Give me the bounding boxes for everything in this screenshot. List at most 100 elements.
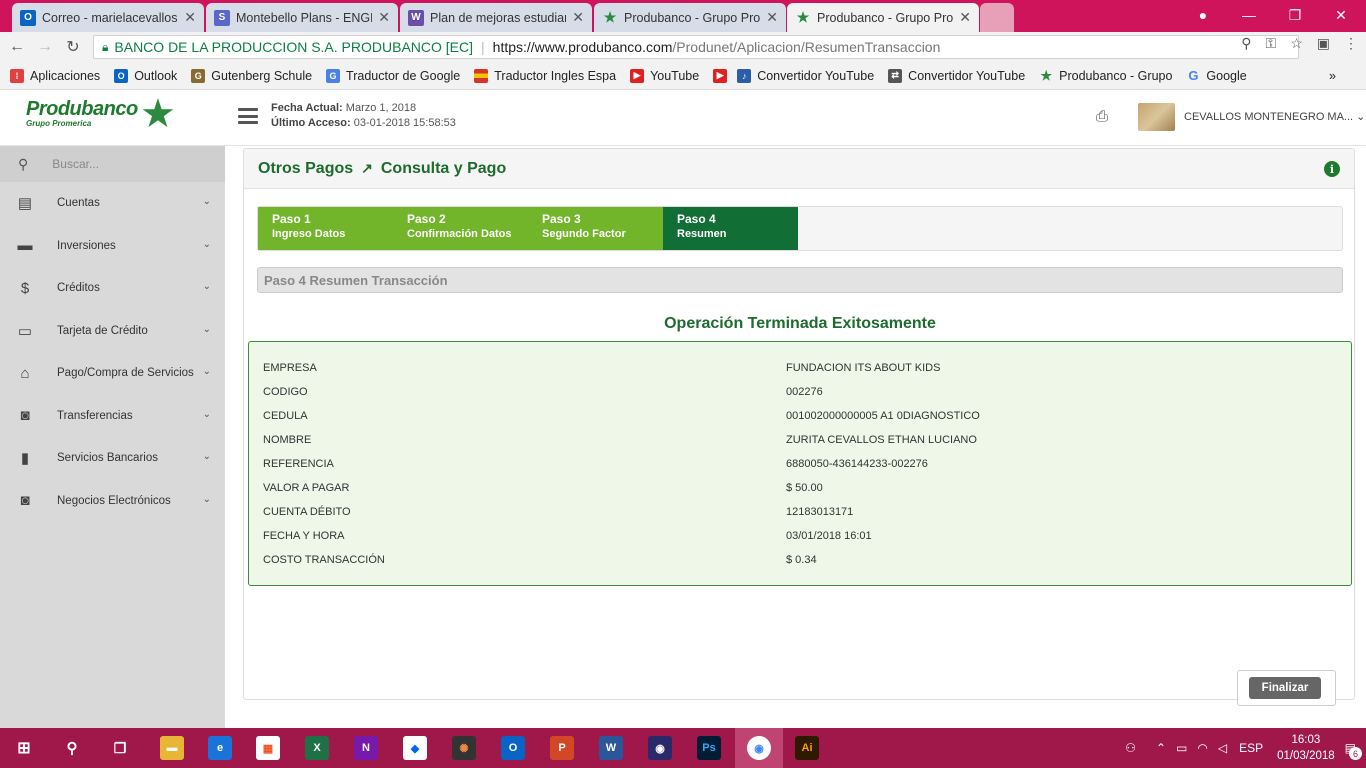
menu-dots-icon[interactable]: ⋮	[1344, 35, 1358, 52]
search-icon[interactable]: ⚲	[60, 736, 84, 760]
sidebar-item-inversiones[interactable]: ▬ Inversiones ⌄	[0, 225, 225, 268]
dropbox-icon[interactable]: ◆	[403, 736, 427, 760]
store-icon[interactable]: ▦	[256, 736, 280, 760]
zoom-icon[interactable]: ⚲	[1241, 35, 1251, 52]
session-dates: Fecha Actual: Marzo 1, 2018 Último Acces…	[271, 101, 456, 131]
sidebar-item-servicios-bancarios[interactable]: ▮ Servicios Bancarios ⌄	[0, 437, 225, 480]
battery-icon[interactable]: ▭	[1176, 741, 1187, 755]
close-tab-icon[interactable]: ✕	[572, 9, 584, 26]
search-input[interactable]: Buscar...	[52, 157, 99, 171]
file-explorer-icon[interactable]: ▬	[160, 736, 184, 760]
star-icon: ★	[1040, 67, 1052, 83]
username-menu[interactable]: CEVALLOS MONTENEGRO MA... ⌄	[1184, 110, 1365, 123]
finalize-button[interactable]: Finalizar	[1249, 677, 1321, 699]
bookmark-traductor-ingles[interactable]: Traductor Ingles Espa	[474, 68, 616, 83]
sidebar-item-creditos[interactable]: $ Créditos ⌄	[0, 267, 225, 310]
browser-tab[interactable]: ★ Produbanco - Grupo Pro ✕	[594, 3, 786, 32]
search-box[interactable]: ⚲ Buscar...	[0, 146, 225, 182]
summary-row: NOMBRE ZURITA CEVALLOS ETHAN LUCIANO	[249, 428, 1351, 452]
produbanco-logo[interactable]: Produbanco Grupo Promerica ★	[26, 94, 176, 134]
summary-value: 03/01/2018 16:01	[786, 530, 872, 542]
browser-tab[interactable]: O Correo - marielacevallos ✕	[12, 3, 204, 32]
photos-icon[interactable]: ✺	[452, 736, 476, 760]
app-header: Produbanco Grupo Promerica ★ Fecha Actua…	[0, 90, 1366, 146]
reload-icon[interactable]: ↻	[62, 36, 84, 58]
minimize-icon[interactable]: —	[1226, 0, 1272, 30]
sidebar-item-cuentas[interactable]: ▤ Cuentas ⌄	[0, 182, 225, 225]
notifications-icon[interactable]: ▤6	[1345, 741, 1362, 760]
url-field[interactable]: 🔒︎ BANCO DE LA PRODUCCION S.A. PRODUBANC…	[93, 35, 1299, 59]
close-tab-icon[interactable]: ✕	[766, 9, 778, 26]
profile-icon[interactable]: ●	[1180, 0, 1226, 30]
windows-start-icon[interactable]: ⊞	[12, 736, 36, 760]
excel-icon[interactable]: X	[305, 736, 329, 760]
people-icon[interactable]: ⚇	[1125, 741, 1136, 755]
step-label: Confirmación Datos	[407, 228, 512, 240]
chevron-up-icon[interactable]: ⌃	[1156, 741, 1166, 755]
home-icon: ⌂	[20, 364, 30, 382]
info-icon[interactable]: i	[1324, 161, 1340, 177]
chrome-icon[interactable]: ◉	[747, 736, 771, 760]
browser-tab-active[interactable]: ★ Produbanco - Grupo Pro ✕	[787, 3, 979, 32]
bookmark-star-icon[interactable]: ☆	[1290, 35, 1303, 52]
powerpoint-icon[interactable]: P	[550, 736, 574, 760]
sidebar-item-negocios[interactable]: ◙ Negocios Electrónicos ⌄	[0, 480, 225, 523]
fecha-value: Marzo 1, 2018	[345, 102, 417, 114]
success-message: Operación Terminada Exitosamente	[664, 315, 936, 332]
illustrator-icon[interactable]: Ai	[795, 736, 819, 760]
task-view-icon[interactable]: ❐	[108, 736, 132, 760]
new-tab-button[interactable]	[980, 3, 1014, 32]
onenote-icon[interactable]: N	[354, 736, 378, 760]
bookmarks-more-icon[interactable]: »	[1329, 69, 1336, 83]
address-bar-row: ← → ↻ 🔒︎ BANCO DE LA PRODUCCION S.A. PRO…	[0, 32, 1366, 62]
bookmark-google[interactable]: G Google	[1186, 68, 1247, 83]
word-icon[interactable]: W	[599, 736, 623, 760]
language-indicator[interactable]: ESP	[1239, 741, 1263, 755]
avatar[interactable]	[1138, 103, 1175, 131]
hamburger-menu-icon[interactable]	[238, 108, 258, 124]
chevron-down-icon: ⌄	[202, 366, 211, 377]
bookmark-convertidor-2[interactable]: ⇄ Convertidor YouTube	[888, 68, 1026, 83]
maximize-icon[interactable]: ❐	[1272, 0, 1318, 30]
bookmark-aplicaciones[interactable]: ⁞ Aplicaciones	[10, 68, 101, 83]
bookmark-traductor-google[interactable]: G Traductor de Google	[326, 68, 460, 83]
outlook-icon[interactable]: O	[501, 736, 525, 760]
sidebar-item-pago-servicios[interactable]: ⌂ Pago/Compra de Servicios ⌄	[0, 352, 225, 395]
key-icon[interactable]: ⚿	[1266, 35, 1277, 52]
summary-row: EMPRESA FUNDACION ITS ABOUT KIDS	[249, 356, 1351, 380]
sidebar-item-transferencias[interactable]: ◙ Transferencias ⌄	[0, 395, 225, 438]
bookmark-label: Google	[1206, 68, 1247, 83]
media-icon[interactable]: ◉	[648, 736, 672, 760]
outlook-tab-icon: O	[20, 9, 36, 26]
back-icon[interactable]: ←	[6, 36, 28, 58]
wifi-icon[interactable]: ◠	[1197, 741, 1207, 755]
panel-header: Otros Pagos ↗ Consulta y Pago	[244, 149, 1354, 189]
bookmark-outlook[interactable]: O Outlook	[114, 68, 177, 83]
extension-icon[interactable]: ▣	[1317, 35, 1330, 52]
sidebar-item-tarjeta[interactable]: ▭ Tarjeta de Crédito ⌄	[0, 310, 225, 353]
bookmark-youtube[interactable]: ▶ YouTube	[630, 68, 699, 83]
volume-icon[interactable]: ◁	[1218, 741, 1227, 755]
clock[interactable]: 16:03 01/03/2018	[1277, 732, 1335, 764]
youtube-icon: ▶	[713, 68, 728, 83]
bookmark-convertidor-1[interactable]: ♪ Convertidor YouTube	[737, 68, 874, 83]
browser-tab[interactable]: S Montebello Plans - ENGL ✕	[206, 3, 398, 32]
mp3-icon: ♪	[737, 68, 752, 83]
bookmark-label: Convertidor YouTube	[908, 68, 1026, 83]
bookmark-produbanco[interactable]: ★ Produbanco - Grupo	[1039, 67, 1172, 83]
browser-tab[interactable]: W Plan de mejoras estudiar ✕	[400, 3, 592, 32]
summary-value: 12183013171	[786, 506, 854, 518]
section-title: Paso 4 Resumen Transacción	[257, 267, 1343, 293]
edge-icon[interactable]: e	[208, 736, 232, 760]
close-window-icon[interactable]: ✕	[1318, 0, 1364, 30]
close-tab-icon[interactable]: ✕	[378, 9, 390, 26]
photoshop-icon[interactable]: Ps	[697, 736, 721, 760]
acceso-label: Último Acceso:	[271, 117, 351, 129]
bookmark-youtube-2[interactable]: ▶	[713, 68, 728, 83]
close-tab-icon[interactable]: ✕	[959, 9, 971, 26]
forward-icon[interactable]: →	[34, 36, 56, 58]
print-icon[interactable]: ⎙	[1096, 108, 1108, 125]
close-tab-icon[interactable]: ✕	[184, 9, 196, 26]
bookmark-label: Aplicaciones	[30, 68, 101, 83]
bookmark-gutenberg[interactable]: G Gutenberg Schule	[191, 68, 312, 83]
